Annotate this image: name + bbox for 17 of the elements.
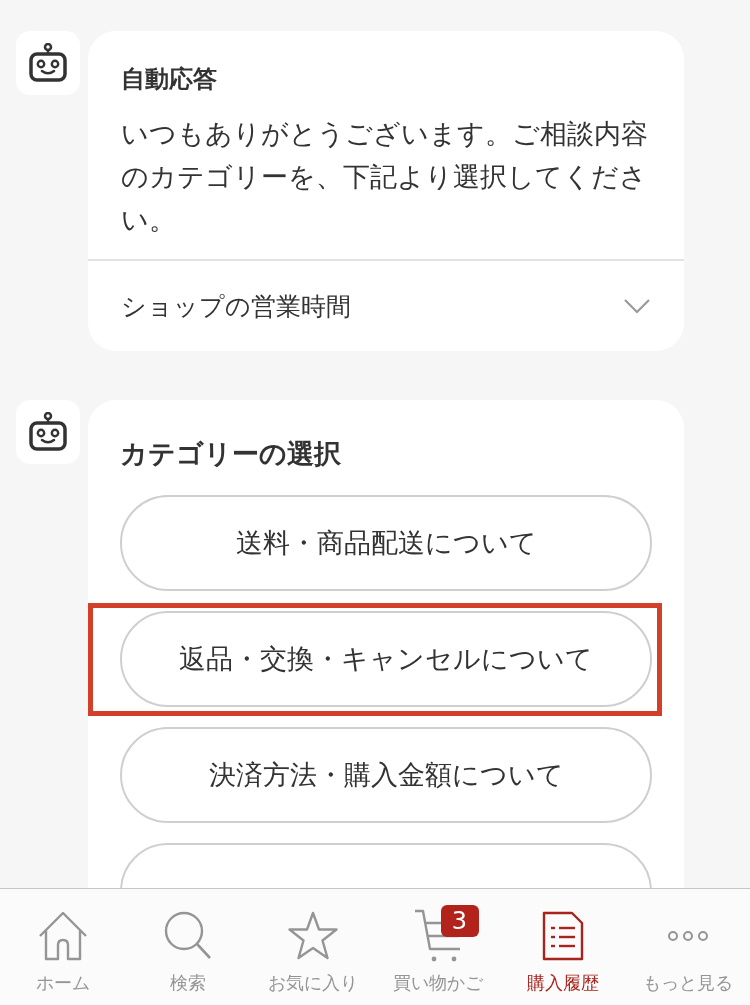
- tab-item[interactable]: 購入履歴: [500, 889, 625, 1005]
- robot-avatar-icon: [16, 400, 80, 464]
- robot-avatar-icon: [16, 31, 80, 95]
- message-text: いつもありがとうございます。ご相談内容のカテゴリーを、下記より選択してください。: [121, 117, 649, 237]
- count-badge: 3: [440, 905, 479, 937]
- search-icon: [162, 911, 213, 961]
- document-list-icon: [541, 911, 584, 961]
- accordion-row[interactable]: ショップの営業時間: [88, 259, 684, 351]
- message-title: カテゴリーの選択: [120, 437, 342, 471]
- category-button[interactable]: 送料・商品配送について: [120, 495, 652, 591]
- tab-item[interactable]: 3 買い物かご: [375, 889, 500, 1005]
- category-button[interactable]: 返品・交換・キャンセルについて: [120, 611, 652, 707]
- chevron-icon: [623, 298, 651, 314]
- message-title: 自動応答: [121, 63, 218, 95]
- star-icon: [286, 911, 339, 961]
- category-button[interactable]: 決済方法・購入金額について: [120, 727, 652, 823]
- more-icon: [666, 930, 709, 942]
